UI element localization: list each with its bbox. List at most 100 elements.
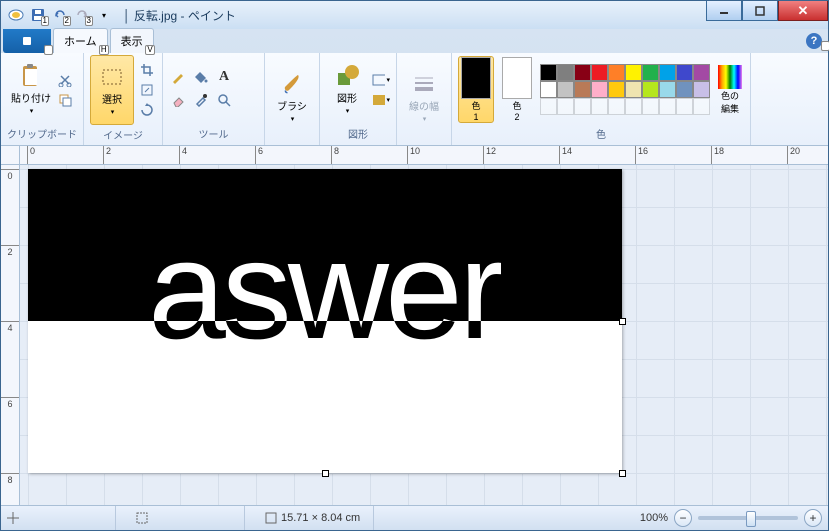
resize-handle[interactable] [322,470,329,477]
palette-swatch[interactable] [676,81,693,98]
palette-swatch[interactable] [557,98,574,115]
crosshair-icon [7,512,19,524]
statusbar: 15.71 × 8.04 cm 100% − + [1,505,828,530]
group-colors-label: 色 [596,124,606,143]
resize-icon[interactable] [138,81,156,99]
close-button[interactable]: ✕ [778,1,828,21]
palette-swatch[interactable] [557,64,574,81]
palette-swatch[interactable] [659,81,676,98]
rainbow-icon [718,65,742,89]
palette-swatch[interactable] [642,98,659,115]
canvas-area[interactable]: aswer [20,165,828,505]
shapes-button[interactable]: 図形▾ [326,56,368,124]
shapes-icon [335,64,359,88]
palette-swatch[interactable] [659,98,676,115]
clipboard-icon [19,64,43,88]
resize-handle[interactable] [619,470,626,477]
palette-swatch[interactable] [659,64,676,81]
palette-swatch[interactable] [591,81,608,98]
ruler-horizontal: 02468101214161820 [19,146,828,165]
outline-icon[interactable]: ▾ [372,71,390,89]
window-title: │ 反転.jpg - ペイント [123,7,236,24]
palette-swatch[interactable] [557,81,574,98]
qat-save-icon[interactable]: 1 [29,6,47,24]
brushes-button[interactable]: ブラシ▾ [271,63,313,131]
color2-swatch [502,57,532,99]
zoom-out-button[interactable]: − [674,509,692,527]
qat-redo-icon: 3 [73,6,91,24]
palette-swatch[interactable] [693,98,710,115]
picker-icon[interactable] [192,91,210,109]
palette-swatch[interactable] [591,98,608,115]
text-icon[interactable]: A [215,68,233,86]
app-menu-icon[interactable] [7,6,25,24]
file-tab[interactable]: F [3,29,51,53]
cut-icon[interactable] [56,71,74,89]
stroke-icon [412,72,436,96]
ribbon-tabs: F ホームH 表示V ?Y [1,29,828,53]
color-palette[interactable] [540,64,710,115]
app-window: 1 2 3 ▾ │ 反転.jpg - ペイント ✕ F ホームH 表示V ?Y … [0,0,829,531]
palette-swatch[interactable] [642,81,659,98]
zoom-thumb[interactable] [746,511,756,527]
group-tools-label: ツール [199,124,229,143]
palette-swatch[interactable] [642,64,659,81]
tab-home[interactable]: ホームH [53,28,108,53]
selection-size [136,506,245,530]
palette-swatch[interactable] [540,81,557,98]
palette-swatch[interactable] [676,64,693,81]
group-image-label: イメージ [103,125,143,144]
minimize-button[interactable] [706,1,742,21]
fillshape-icon[interactable]: ▾ [372,91,390,109]
palette-swatch[interactable] [676,98,693,115]
help-button[interactable]: ?Y [806,33,822,49]
palette-swatch[interactable] [625,98,642,115]
qat-undo-icon[interactable]: 2 [51,6,69,24]
color1-swatch [461,57,491,99]
edit-colors-button[interactable]: 色の 編集 [716,65,744,115]
color2-button[interactable]: 色 2 [500,57,534,122]
zoom-slider[interactable] [698,516,798,520]
crop-icon[interactable] [138,61,156,79]
fill-icon[interactable] [192,68,210,86]
canvas-dims: 15.71 × 8.04 cm [265,506,374,530]
palette-swatch[interactable] [625,81,642,98]
palette-swatch[interactable] [574,64,591,81]
paste-button[interactable]: 貼り付け▾ [10,56,52,124]
palette-swatch[interactable] [574,98,591,115]
palette-swatch[interactable] [540,64,557,81]
select-icon [100,65,124,89]
rotate-icon[interactable] [138,101,156,119]
palette-swatch[interactable] [540,98,557,115]
pencil-icon[interactable] [169,68,187,86]
ruler-corner [1,146,20,165]
palette-swatch[interactable] [625,64,642,81]
dims-icon [265,512,277,524]
ruler-vertical: 02468 [1,165,20,505]
qat-customize-icon[interactable]: ▾ [95,6,113,24]
zoom-in-button[interactable]: + [804,509,822,527]
eraser-icon[interactable] [169,91,187,109]
palette-swatch[interactable] [608,98,625,115]
maximize-button[interactable] [742,1,778,21]
palette-swatch[interactable] [693,64,710,81]
titlebar: 1 2 3 ▾ │ 反転.jpg - ペイント ✕ [1,1,828,29]
color1-button[interactable]: 色 1 [458,56,494,123]
palette-swatch[interactable] [608,81,625,98]
tab-view[interactable]: 表示V [110,28,154,53]
brush-icon [280,72,304,96]
select-button[interactable]: 選択▾ [90,55,134,125]
copy-icon[interactable] [56,91,74,109]
resize-handle[interactable] [619,318,626,325]
magnifier-icon[interactable] [215,91,233,109]
canvas[interactable]: aswer [28,169,622,473]
palette-swatch[interactable] [693,81,710,98]
palette-swatch[interactable] [608,64,625,81]
group-clipboard-label: クリップボード [7,124,77,143]
group-shapes-label: 図形 [348,124,368,143]
palette-swatch[interactable] [574,81,591,98]
canvas-text: aswer [148,209,501,371]
palette-swatch[interactable] [591,64,608,81]
zoom-level: 100% [640,512,668,524]
ribbon: 貼り付け▾ クリップボード 選択▾ イメージ A [1,53,828,146]
